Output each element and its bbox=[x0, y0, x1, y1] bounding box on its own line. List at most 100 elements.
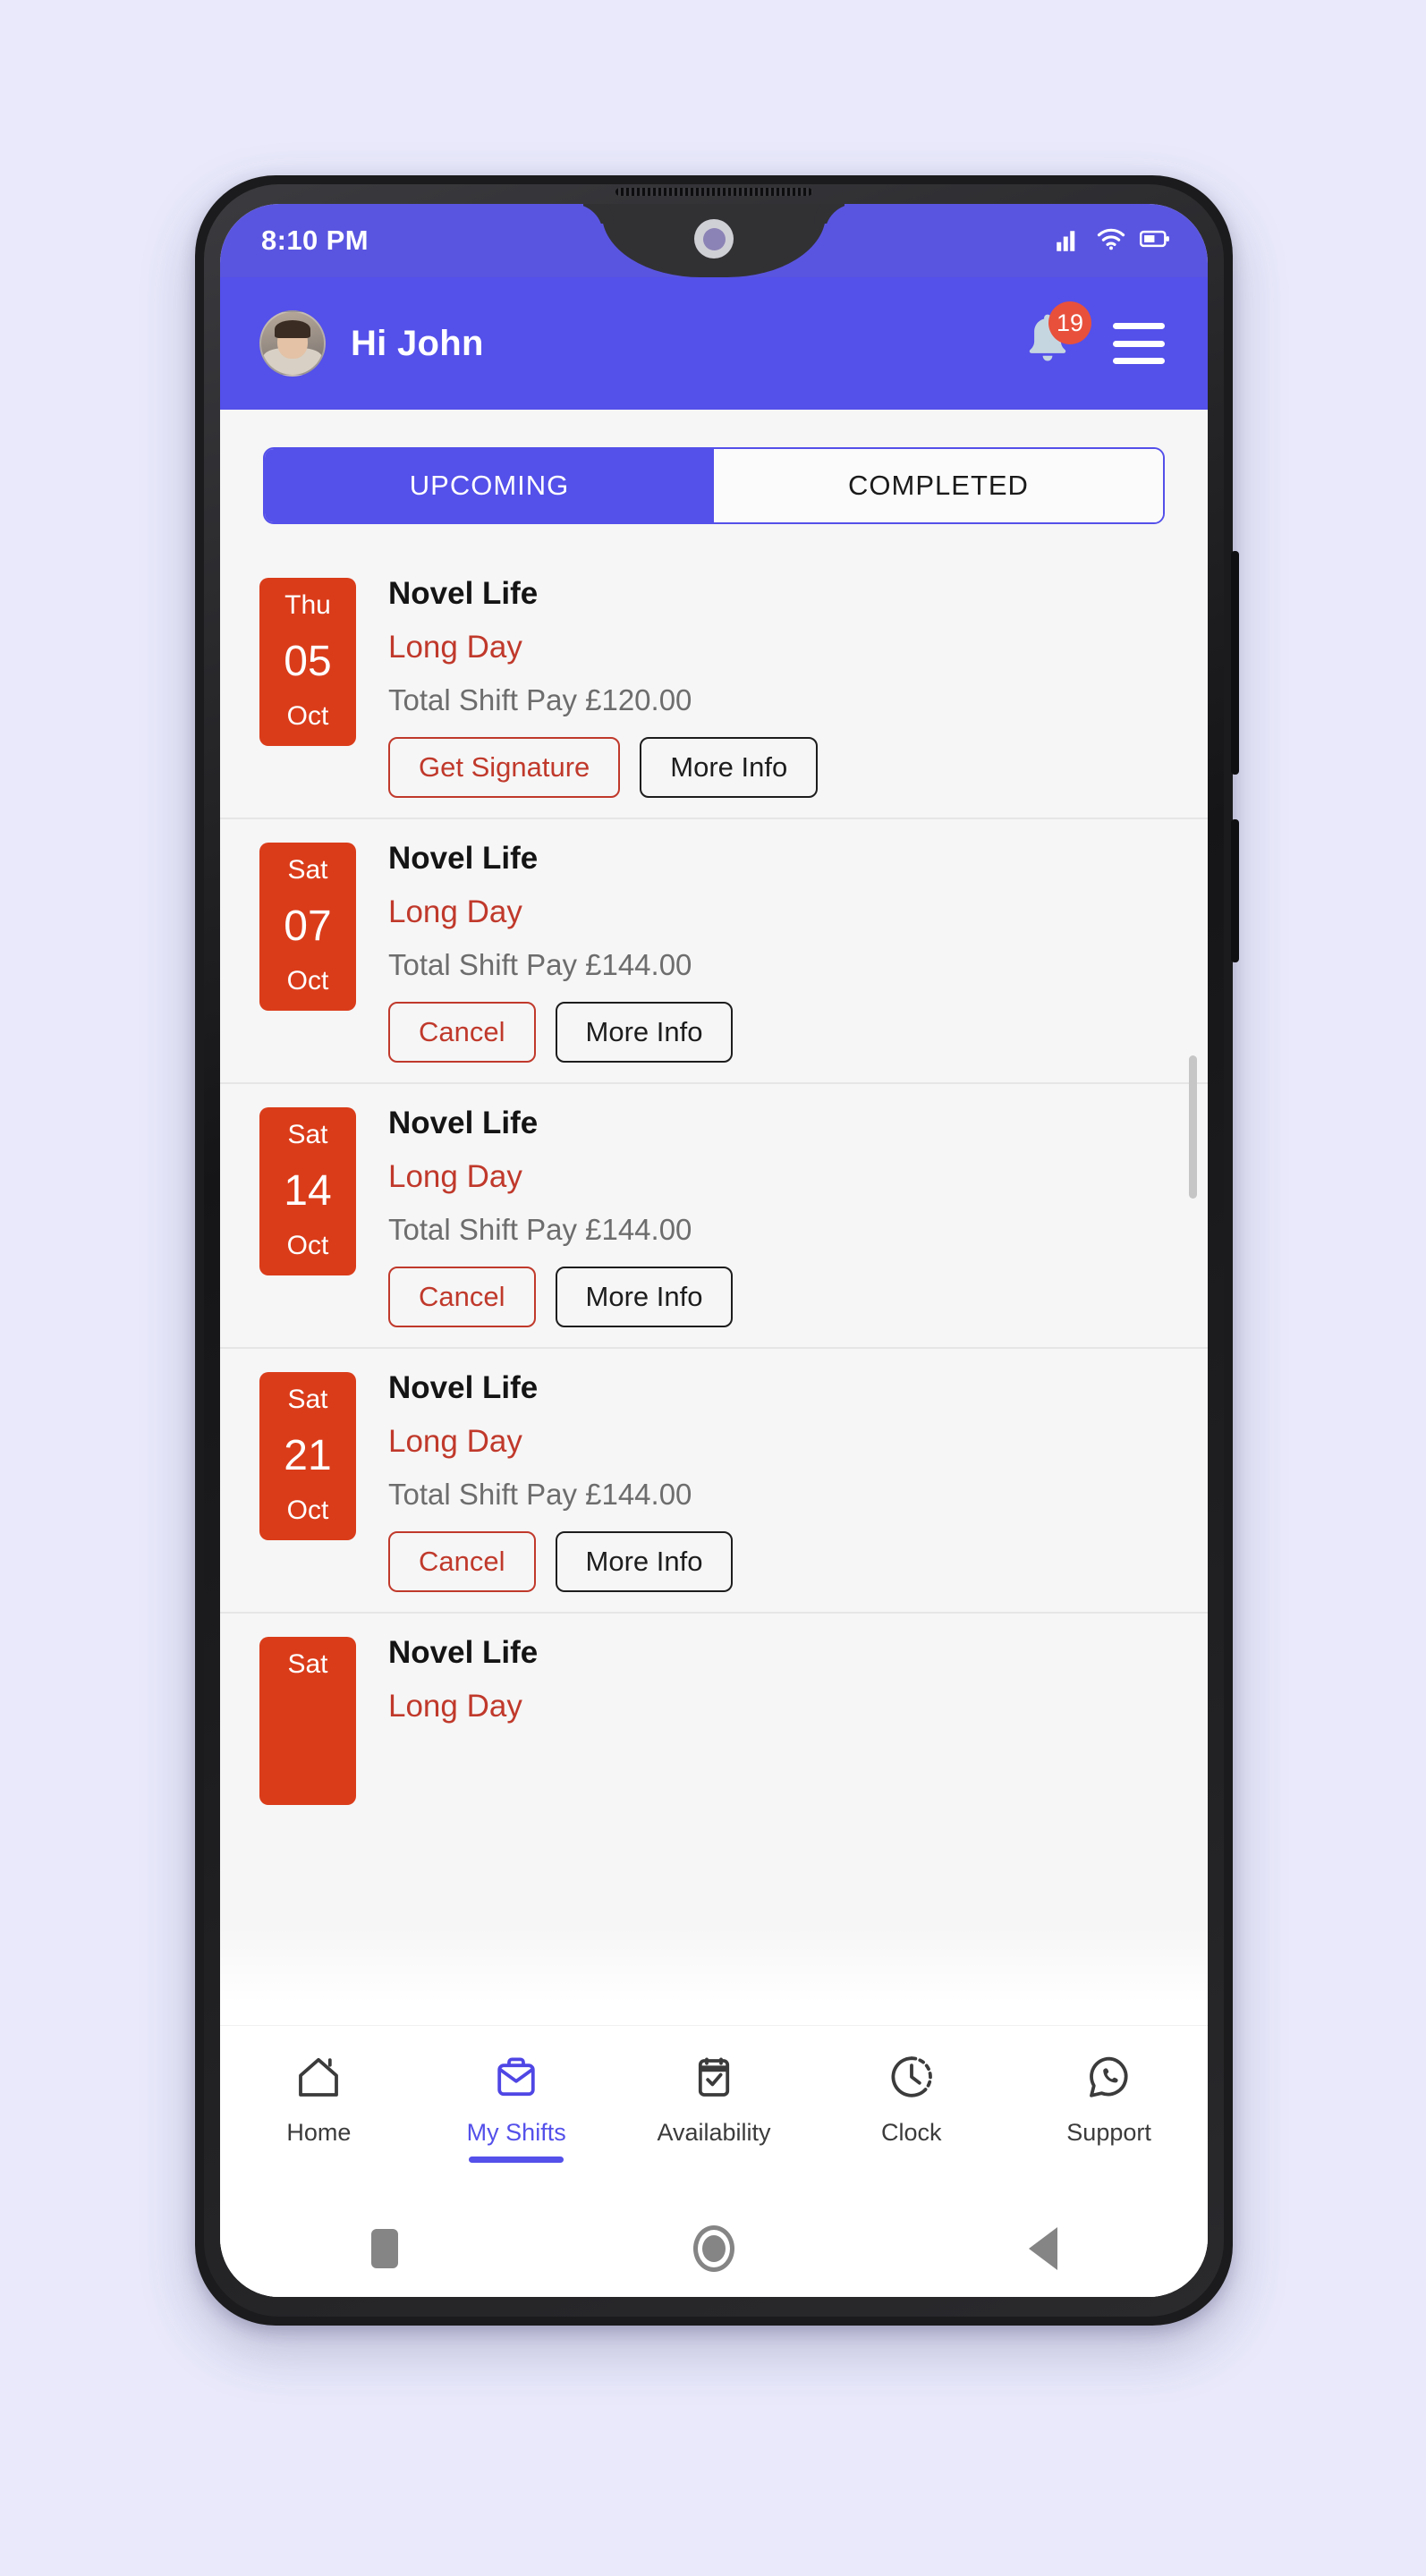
notification-button[interactable]: 19 bbox=[1022, 301, 1091, 373]
date-weekday: Sat bbox=[287, 855, 328, 885]
date-weekday: Sat bbox=[287, 1649, 328, 1679]
tab-upcoming[interactable]: UPCOMING bbox=[265, 449, 714, 522]
nav-label: Home bbox=[286, 2119, 352, 2146]
shift-type: Long Day bbox=[388, 1159, 522, 1194]
date-day: 14 bbox=[284, 1166, 332, 1215]
list-fade-overlay bbox=[220, 1927, 1208, 2025]
shift-company: Novel Life bbox=[388, 1106, 539, 1140]
shift-date-badge: Sat 21 Oct bbox=[259, 1372, 356, 1540]
date-day: 21 bbox=[284, 1431, 332, 1479]
shift-filter-tabs: UPCOMING COMPLETED bbox=[263, 447, 1165, 524]
recents-square-icon bbox=[371, 2229, 398, 2268]
shift-card[interactable]: Sat 14 Oct Novel Life Long Day Total Shi… bbox=[220, 1084, 1208, 1349]
recents-button[interactable] bbox=[220, 2229, 549, 2268]
calendar-check-icon bbox=[689, 2049, 739, 2105]
date-month: Oct bbox=[286, 1231, 329, 1260]
more-info-button[interactable]: More Info bbox=[555, 1002, 734, 1063]
shift-company: Novel Life bbox=[388, 576, 539, 611]
greeting-text: Hi John bbox=[351, 323, 484, 363]
earpiece-speaker bbox=[615, 188, 812, 196]
shift-company: Novel Life bbox=[388, 1370, 539, 1405]
phone-frame: 8:10 PM Hi John 19 UPCOMING COMPLETED Th… bbox=[195, 175, 1239, 2326]
home-icon bbox=[293, 2049, 344, 2105]
shift-card[interactable]: Sat Novel Life Long Day bbox=[220, 1614, 1208, 1805]
date-month: Oct bbox=[286, 966, 329, 996]
date-weekday: Sat bbox=[287, 1385, 328, 1414]
shift-date-badge: Sat 07 Oct bbox=[259, 843, 356, 1011]
shift-date-badge: Thu 05 Oct bbox=[259, 578, 356, 746]
home-circle-icon bbox=[693, 2225, 734, 2272]
volume-button[interactable] bbox=[1231, 551, 1239, 775]
shift-company: Novel Life bbox=[388, 841, 539, 876]
shift-details: Novel Life Long Day bbox=[388, 1631, 538, 1724]
scrollbar[interactable] bbox=[1189, 1055, 1197, 1199]
date-month: Oct bbox=[286, 1496, 329, 1525]
date-month: Oct bbox=[286, 701, 329, 731]
power-button[interactable] bbox=[1231, 819, 1239, 962]
back-triangle-icon bbox=[1029, 2227, 1057, 2270]
menu-line-2 bbox=[1113, 340, 1165, 347]
date-weekday: Sat bbox=[287, 1120, 328, 1149]
shift-type: Long Day bbox=[388, 1689, 522, 1724]
shift-list[interactable]: Thu 05 Oct Novel Life Long Day Total Shi… bbox=[220, 555, 1208, 2025]
nav-item-clock[interactable]: Clock bbox=[812, 2049, 1010, 2147]
shift-card[interactable]: Sat 21 Oct Novel Life Long Day Total Shi… bbox=[220, 1349, 1208, 1614]
nav-item-support[interactable]: Support bbox=[1010, 2049, 1208, 2147]
shift-details: Novel Life Long Day Total Shift Pay £144… bbox=[388, 837, 734, 1063]
back-button[interactable] bbox=[879, 2227, 1208, 2270]
more-info-button[interactable]: More Info bbox=[555, 1531, 734, 1592]
battery-icon bbox=[1139, 228, 1170, 254]
app-header: Hi John 19 bbox=[220, 277, 1208, 410]
shift-pay: Total Shift Pay £120.00 bbox=[388, 683, 692, 716]
hamburger-menu-icon[interactable] bbox=[1113, 323, 1165, 364]
whatsapp-chat-icon bbox=[1084, 2049, 1134, 2105]
avatar-hair bbox=[275, 320, 310, 339]
wifi-icon bbox=[1097, 226, 1125, 256]
shift-company: Novel Life bbox=[388, 1635, 539, 1670]
date-day: 05 bbox=[284, 637, 332, 685]
phone-screen: 8:10 PM Hi John 19 UPCOMING COMPLETED Th… bbox=[220, 204, 1208, 2297]
shift-details: Novel Life Long Day Total Shift Pay £144… bbox=[388, 1102, 734, 1327]
shift-card[interactable]: Sat 07 Oct Novel Life Long Day Total Shi… bbox=[220, 819, 1208, 1084]
main-content: UPCOMING COMPLETED Thu 05 Oct Novel Life bbox=[220, 410, 1208, 2297]
more-info-button[interactable]: More Info bbox=[640, 737, 819, 798]
status-bar-icons bbox=[1056, 226, 1170, 256]
cancel-button[interactable]: Cancel bbox=[388, 1531, 536, 1592]
shift-actions: Get Signature More Info bbox=[388, 737, 819, 798]
more-info-button[interactable]: More Info bbox=[555, 1267, 734, 1327]
nav-item-availability[interactable]: Availability bbox=[615, 2049, 813, 2147]
shift-pay: Total Shift Pay £144.00 bbox=[388, 948, 692, 981]
date-weekday: Thu bbox=[284, 590, 331, 620]
clock-icon bbox=[887, 2049, 937, 2105]
shift-actions: Cancel More Info bbox=[388, 1002, 734, 1063]
home-circle-inner bbox=[702, 2235, 726, 2262]
menu-line-1 bbox=[1113, 323, 1165, 329]
shift-type: Long Day bbox=[388, 630, 522, 665]
header-actions: 19 bbox=[1022, 301, 1165, 373]
avatar[interactable] bbox=[259, 310, 326, 377]
nav-label: Support bbox=[1066, 2119, 1151, 2146]
shift-details: Novel Life Long Day Total Shift Pay £144… bbox=[388, 1367, 734, 1592]
shift-details: Novel Life Long Day Total Shift Pay £120… bbox=[388, 572, 819, 798]
tab-completed[interactable]: COMPLETED bbox=[714, 449, 1163, 522]
nav-label: Availability bbox=[657, 2119, 771, 2146]
shift-type: Long Day bbox=[388, 894, 522, 929]
front-camera-icon bbox=[694, 219, 734, 258]
bottom-navigation: Home My Shifts Availability Clock Suppor… bbox=[220, 2025, 1208, 2200]
cancel-button[interactable]: Cancel bbox=[388, 1267, 536, 1327]
shift-actions: Cancel More Info bbox=[388, 1267, 734, 1327]
shift-pay: Total Shift Pay £144.00 bbox=[388, 1213, 692, 1246]
get-signature-button[interactable]: Get Signature bbox=[388, 737, 621, 798]
home-button[interactable] bbox=[549, 2225, 879, 2272]
cancel-button[interactable]: Cancel bbox=[388, 1002, 536, 1063]
date-day: 07 bbox=[284, 902, 332, 950]
nav-item-my-shifts[interactable]: My Shifts bbox=[418, 2049, 615, 2163]
nav-label: Clock bbox=[881, 2119, 942, 2146]
shift-card[interactable]: Thu 05 Oct Novel Life Long Day Total Shi… bbox=[220, 555, 1208, 819]
nav-item-home[interactable]: Home bbox=[220, 2049, 418, 2147]
status-bar-clock: 8:10 PM bbox=[261, 225, 369, 256]
menu-line-3 bbox=[1113, 358, 1165, 364]
notification-badge: 19 bbox=[1048, 301, 1091, 344]
shift-pay: Total Shift Pay £144.00 bbox=[388, 1478, 692, 1511]
android-system-nav bbox=[220, 2200, 1208, 2297]
